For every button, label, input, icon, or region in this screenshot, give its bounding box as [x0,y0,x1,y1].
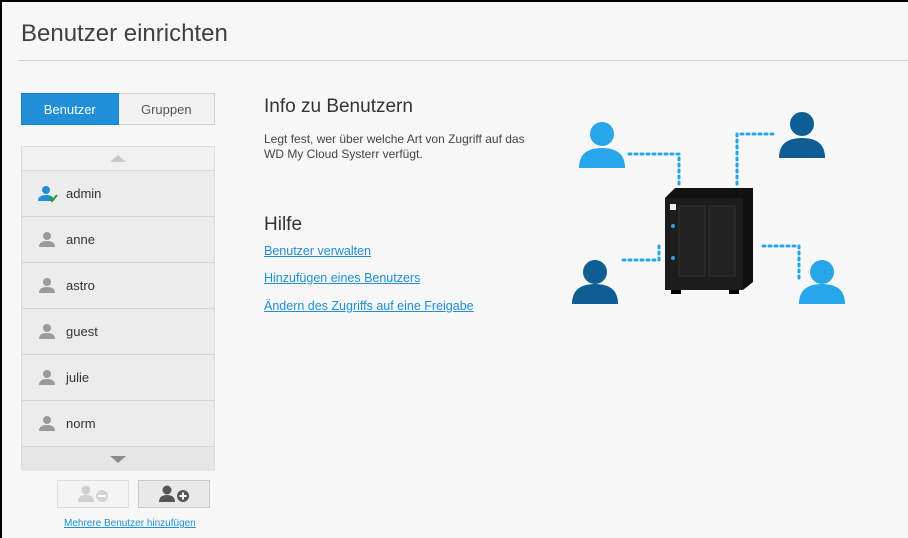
remove-user-button[interactable] [57,480,129,508]
app-frame: Benutzer einrichten Benutzer Gruppen adm… [0,0,908,538]
help-link-add-user[interactable]: Hinzufügen eines Benutzers [264,271,420,285]
scroll-down-button[interactable] [22,447,214,471]
page-title: Benutzer einrichten [21,20,228,47]
add-multiple-users-link[interactable]: Mehrere Benutzer hinzufügen [64,518,196,529]
add-user-button[interactable] [138,480,210,508]
user-light-bottom-right-icon [799,260,845,304]
tab-groups[interactable]: Gruppen [118,93,215,125]
info-description: Legt fest, wer über welche Art von Zugri… [264,132,525,161]
add-user-icon [159,485,189,502]
info-title: Info zu Benutzern [264,96,413,117]
user-name: admin [66,186,102,201]
user-icon [38,323,56,341]
user-icon [38,369,56,387]
help-title: Hilfe [264,214,303,235]
remove-user-icon [78,485,108,502]
user-name: anne [66,232,95,247]
user-name: guest [66,324,98,339]
users-network-illustration [572,112,845,304]
tab-bar: Benutzer Gruppen [21,93,215,125]
user-name: astro [66,278,95,293]
user-row-guest[interactable]: guest [22,309,214,355]
chevron-down-icon [110,455,126,463]
user-row-julie[interactable]: julie [22,355,214,401]
user-list: admin anne astro guest julie norm [21,146,215,471]
user-icon [38,277,56,295]
user-row-anne[interactable]: anne [22,217,214,263]
admin-user-icon [38,185,58,203]
nas-device-icon [665,188,753,294]
scroll-up-button[interactable] [22,147,214,171]
user-row-norm[interactable]: norm [22,401,214,447]
user-light-top-left-icon [579,122,625,168]
user-icon [38,415,56,433]
title-divider [18,60,908,61]
user-dark-bottom-left-icon [572,260,618,304]
user-row-astro[interactable]: astro [22,263,214,309]
user-name: norm [66,416,96,431]
tab-users[interactable]: Benutzer [21,93,119,125]
user-name: julie [66,370,90,385]
user-row-admin[interactable]: admin [22,171,214,217]
chevron-up-icon [110,155,126,162]
help-link-manage-users[interactable]: Benutzer verwalten [264,244,371,258]
user-dark-top-right-icon [779,112,825,158]
user-icon [38,231,56,249]
help-link-change-share-access[interactable]: Ändern des Zugriffs auf eine Freigabe [264,299,474,313]
